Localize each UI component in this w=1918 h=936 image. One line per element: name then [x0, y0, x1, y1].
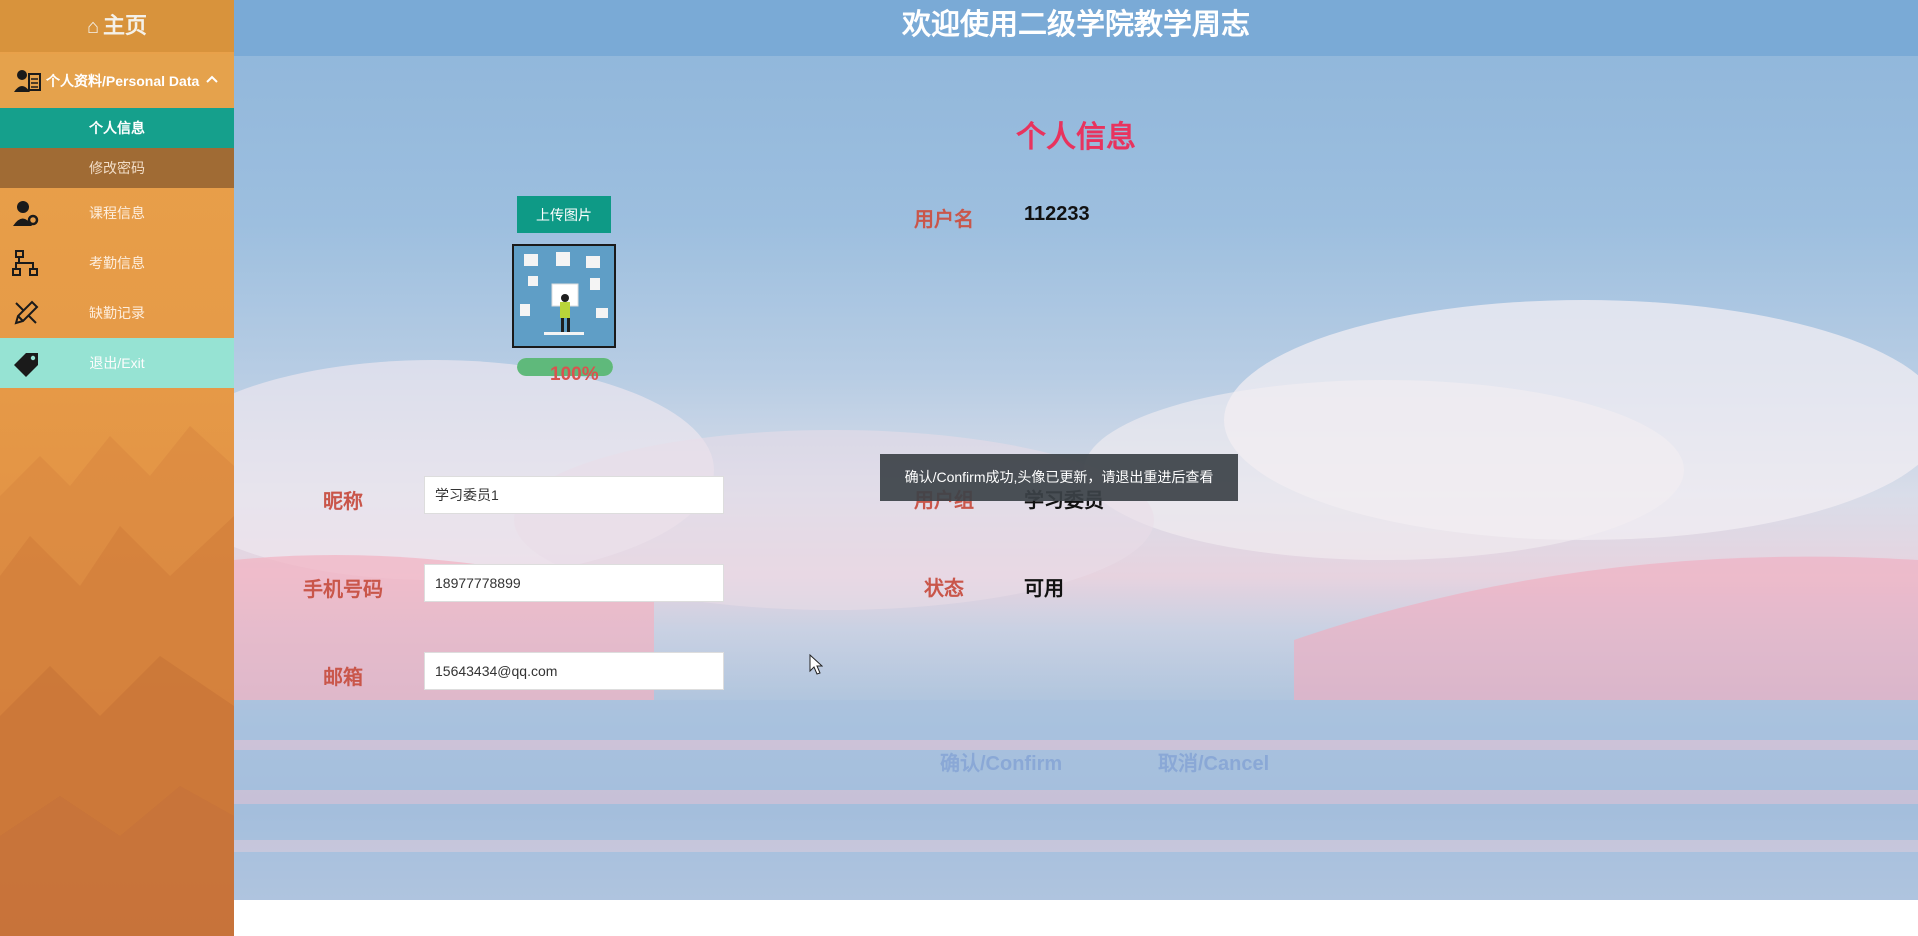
id-card-icon — [14, 70, 41, 92]
sidebar-item-exit[interactable]: 退出/Exit — [0, 338, 234, 388]
nickname-label: 昵称 — [323, 491, 363, 513]
sidebar-item-attendance-info[interactable]: 考勤信息 — [0, 238, 234, 288]
sidebar-item-personal-info[interactable]: 个人信息 — [0, 108, 234, 148]
avatar[interactable] — [512, 244, 616, 348]
home-icon: ⌂ — [86, 16, 100, 38]
avatar-illustration — [514, 246, 614, 346]
username-value: 112233 — [1024, 203, 1090, 225]
header-title: 欢迎使用二级学院教学周志 — [234, 0, 1918, 56]
chevron-up-icon — [206, 75, 218, 83]
nickname-input[interactable] — [424, 476, 724, 514]
cancel-button[interactable]: 取消/Cancel — [1152, 746, 1275, 777]
status-value: 可用 — [1024, 578, 1064, 600]
success-toast: 确认/Confirm成功,头像已更新，请退出重进后查看 — [880, 454, 1238, 501]
mountain-background — [0, 426, 234, 936]
email-input[interactable] — [424, 652, 724, 690]
user-gear-icon — [13, 201, 39, 226]
pencil-ruler-icon — [14, 300, 39, 325]
mouse-cursor-icon — [809, 654, 823, 675]
menu-group-label: 个人资料/Personal Data — [46, 73, 200, 89]
home-label: 主页 — [103, 13, 148, 38]
username-label: 用户名 — [914, 209, 974, 231]
main-content: 欢迎使用二级学院教学周志 个人信息 上传图片 100% 用户名 112233 用… — [234, 0, 1918, 900]
status-label: 状态 — [924, 578, 964, 600]
menu-group-personal-data[interactable]: 个人资料/Personal Data — [0, 54, 234, 108]
email-label: 邮箱 — [323, 667, 363, 689]
phone-label: 手机号码 — [303, 579, 383, 601]
confirm-button[interactable]: 确认/Confirm — [934, 746, 1068, 777]
upload-progress-text: 100% — [550, 364, 599, 385]
sidebar-item-course-info[interactable]: 课程信息 — [0, 188, 234, 238]
home-link[interactable]: ⌂ 主页 — [0, 0, 234, 52]
page-title: 个人信息 — [1016, 121, 1136, 154]
phone-input[interactable] — [424, 564, 724, 602]
sidebar: ⌂ 主页 个人资料/Personal Data 个人信息 修改密码 课程信息 考… — [0, 0, 234, 936]
sidebar-item-label: 个人信息 — [89, 120, 145, 136]
tag-icon — [14, 353, 38, 377]
sidebar-item-absence-record[interactable]: 缺勤记录 — [0, 288, 234, 338]
upload-image-button[interactable]: 上传图片 — [517, 196, 611, 233]
org-chart-icon — [12, 250, 38, 276]
sidebar-item-label: 修改密码 — [89, 160, 145, 176]
sidebar-item-change-password[interactable]: 修改密码 — [0, 148, 234, 188]
